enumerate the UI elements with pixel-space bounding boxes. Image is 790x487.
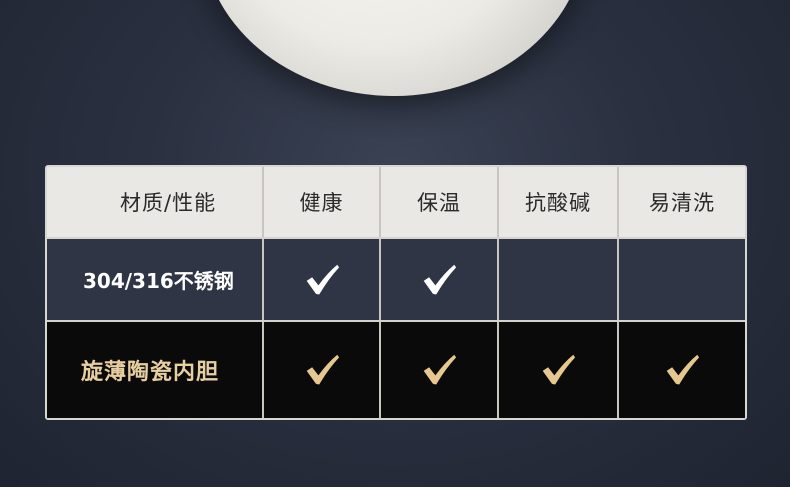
check-icon xyxy=(542,354,576,385)
table-header-row: 材质/性能 健康 保温 抗酸碱 易清洗 xyxy=(47,167,745,237)
row-label-ceramic: 旋薄陶瓷内胆 xyxy=(47,322,264,418)
check-icon xyxy=(423,264,457,294)
header-health: 健康 xyxy=(264,167,381,237)
steel-acid-alkali-cell xyxy=(499,239,619,320)
check-icon xyxy=(423,354,457,385)
steel-easy-clean-cell xyxy=(619,239,745,320)
table-row-ceramic: 旋薄陶瓷内胆 xyxy=(47,322,745,418)
ceramic-bowl-image xyxy=(202,0,586,96)
check-icon xyxy=(666,354,700,385)
table-row-steel: 304/316不锈钢 xyxy=(47,239,745,320)
ceramic-acid-alkali-cell xyxy=(499,322,619,418)
ceramic-health-cell xyxy=(264,322,381,418)
header-category: 材质/性能 xyxy=(47,167,264,237)
row-label-steel: 304/316不锈钢 xyxy=(47,239,264,320)
ceramic-easy-clean-cell xyxy=(619,322,745,418)
steel-health-cell xyxy=(264,239,381,320)
header-easy-clean: 易清洗 xyxy=(649,191,715,215)
check-icon xyxy=(306,354,339,385)
header-acid-alkali: 抗酸碱 xyxy=(499,167,619,237)
ceramic-insulation-cell xyxy=(381,322,499,418)
check-icon xyxy=(306,264,339,294)
comparison-table: 材质/性能 健康 保温 抗酸碱 易清洗 304/316不锈钢 旋薄陶瓷内胆 xyxy=(45,165,747,420)
header-insulation: 保温 xyxy=(381,167,499,237)
steel-insulation-cell xyxy=(381,239,499,320)
